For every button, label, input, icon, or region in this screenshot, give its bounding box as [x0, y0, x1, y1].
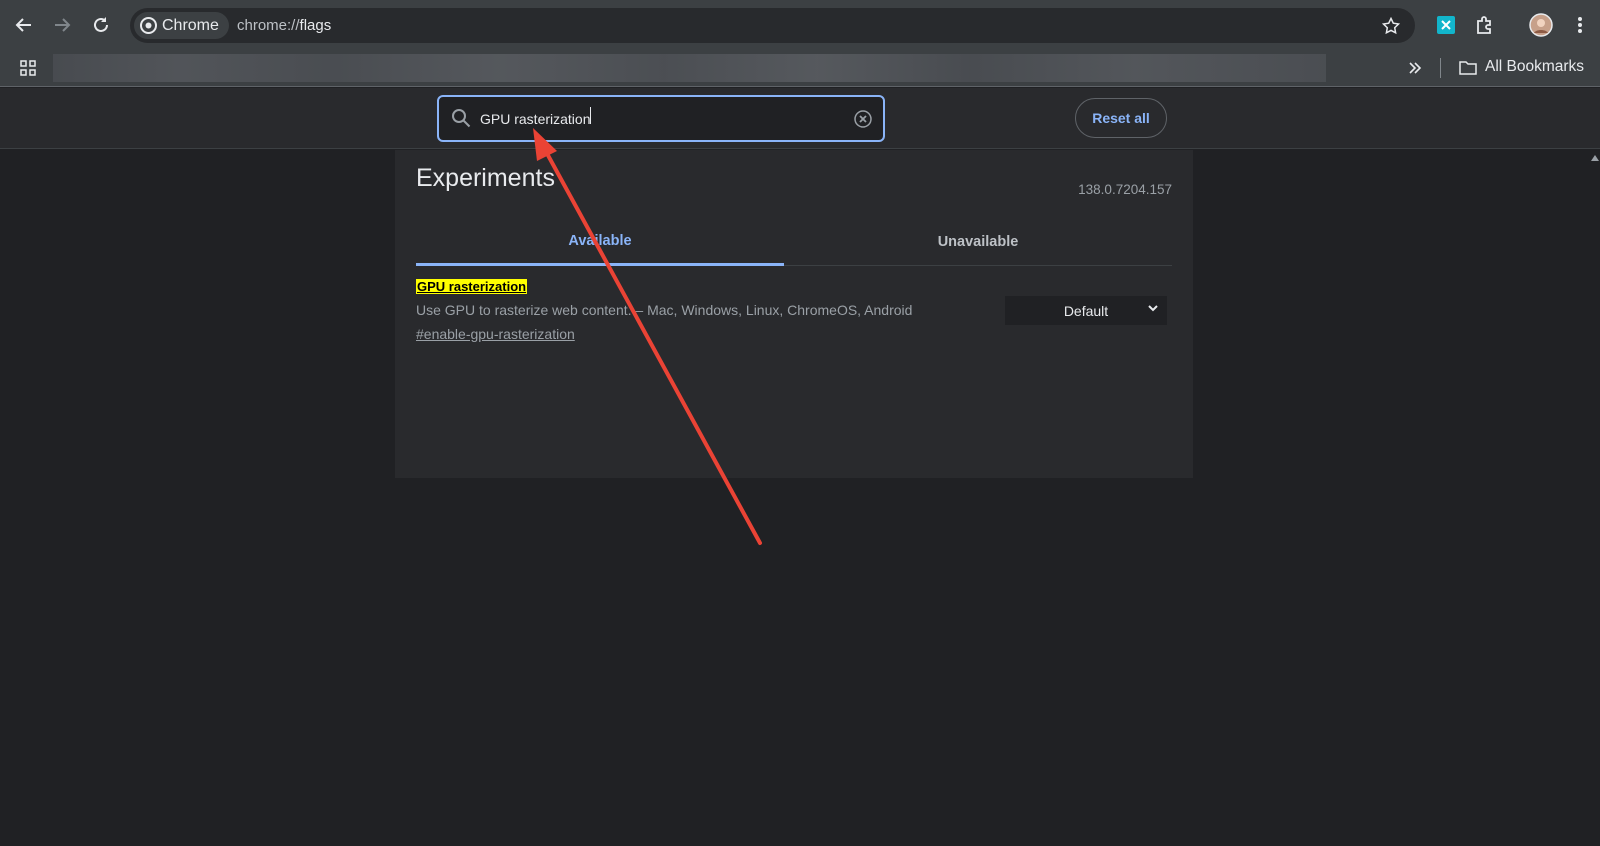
search-icon	[452, 109, 471, 128]
scrollbar-up-arrow-icon[interactable]	[1590, 154, 1600, 162]
extension-button[interactable]	[1431, 10, 1461, 40]
url-prefix: chrome://	[237, 17, 300, 34]
bookmarks-divider	[1440, 58, 1441, 78]
reload-button[interactable]	[86, 10, 116, 40]
chevron-down-icon	[1148, 305, 1158, 312]
apps-icon	[20, 60, 36, 76]
page-title: Experiments	[416, 164, 555, 192]
tab-unavailable[interactable]: Unavailable	[794, 218, 1162, 266]
site-chip-label: Chrome	[162, 16, 219, 34]
extensions-menu-button[interactable]	[1470, 10, 1500, 40]
flags-header: Reset all	[0, 88, 1600, 149]
tab-bar: Available Unavailable	[416, 218, 1172, 266]
bookmarks-list-blurred[interactable]	[53, 54, 1326, 82]
flag-state-dropdown[interactable]: Default	[1005, 296, 1167, 325]
reset-all-button[interactable]: Reset all	[1075, 98, 1167, 138]
flag-state-value: Default	[1063, 302, 1109, 319]
search-input[interactable]	[480, 108, 840, 130]
reload-icon	[94, 17, 108, 32]
folder-icon	[1459, 60, 1477, 75]
puzzle-icon	[1477, 16, 1491, 34]
flag-description: Use GPU to rasterize web content. – Mac,…	[416, 302, 913, 318]
url-host: flags	[299, 17, 332, 34]
site-chip[interactable]: Chrome	[134, 12, 229, 39]
tab-available[interactable]: Available	[416, 218, 784, 266]
url-text[interactable]: chrome://flags	[237, 17, 331, 34]
browser-toolbar: Chrome chrome://flags	[0, 0, 1600, 50]
star-icon[interactable]	[1382, 17, 1400, 35]
all-bookmarks-label: All Bookmarks	[1485, 58, 1585, 75]
address-bar[interactable]: Chrome chrome://flags	[130, 8, 1415, 43]
more-bookmarks-button[interactable]	[1400, 53, 1430, 83]
apps-button[interactable]	[13, 53, 43, 83]
experiments-card: Experiments 138.0.7204.157 Available Una…	[395, 150, 1193, 478]
clear-search-icon[interactable]	[854, 110, 872, 128]
forward-button[interactable]	[47, 10, 77, 40]
profile-avatar	[1529, 13, 1553, 37]
chrome-logo-icon	[140, 17, 157, 34]
search-box[interactable]	[437, 95, 885, 142]
version-label: 138.0.7204.157	[1078, 182, 1172, 197]
flag-title: GPU rasterization	[416, 279, 528, 294]
browser-menu-button[interactable]	[1565, 10, 1595, 40]
all-bookmarks-button[interactable]: All Bookmarks	[1459, 58, 1584, 76]
back-button[interactable]	[9, 10, 39, 40]
bookmarks-bar: All Bookmarks	[0, 50, 1600, 87]
profile-button[interactable]	[1526, 10, 1556, 40]
menu-icon	[1578, 17, 1582, 33]
extension-icon	[1437, 16, 1455, 34]
chevron-double-right-icon	[1409, 62, 1422, 74]
text-cursor	[590, 107, 591, 124]
flag-permalink[interactable]: #enable-gpu-rasterization	[416, 326, 575, 342]
back-icon	[15, 18, 31, 32]
forward-icon	[55, 18, 71, 32]
